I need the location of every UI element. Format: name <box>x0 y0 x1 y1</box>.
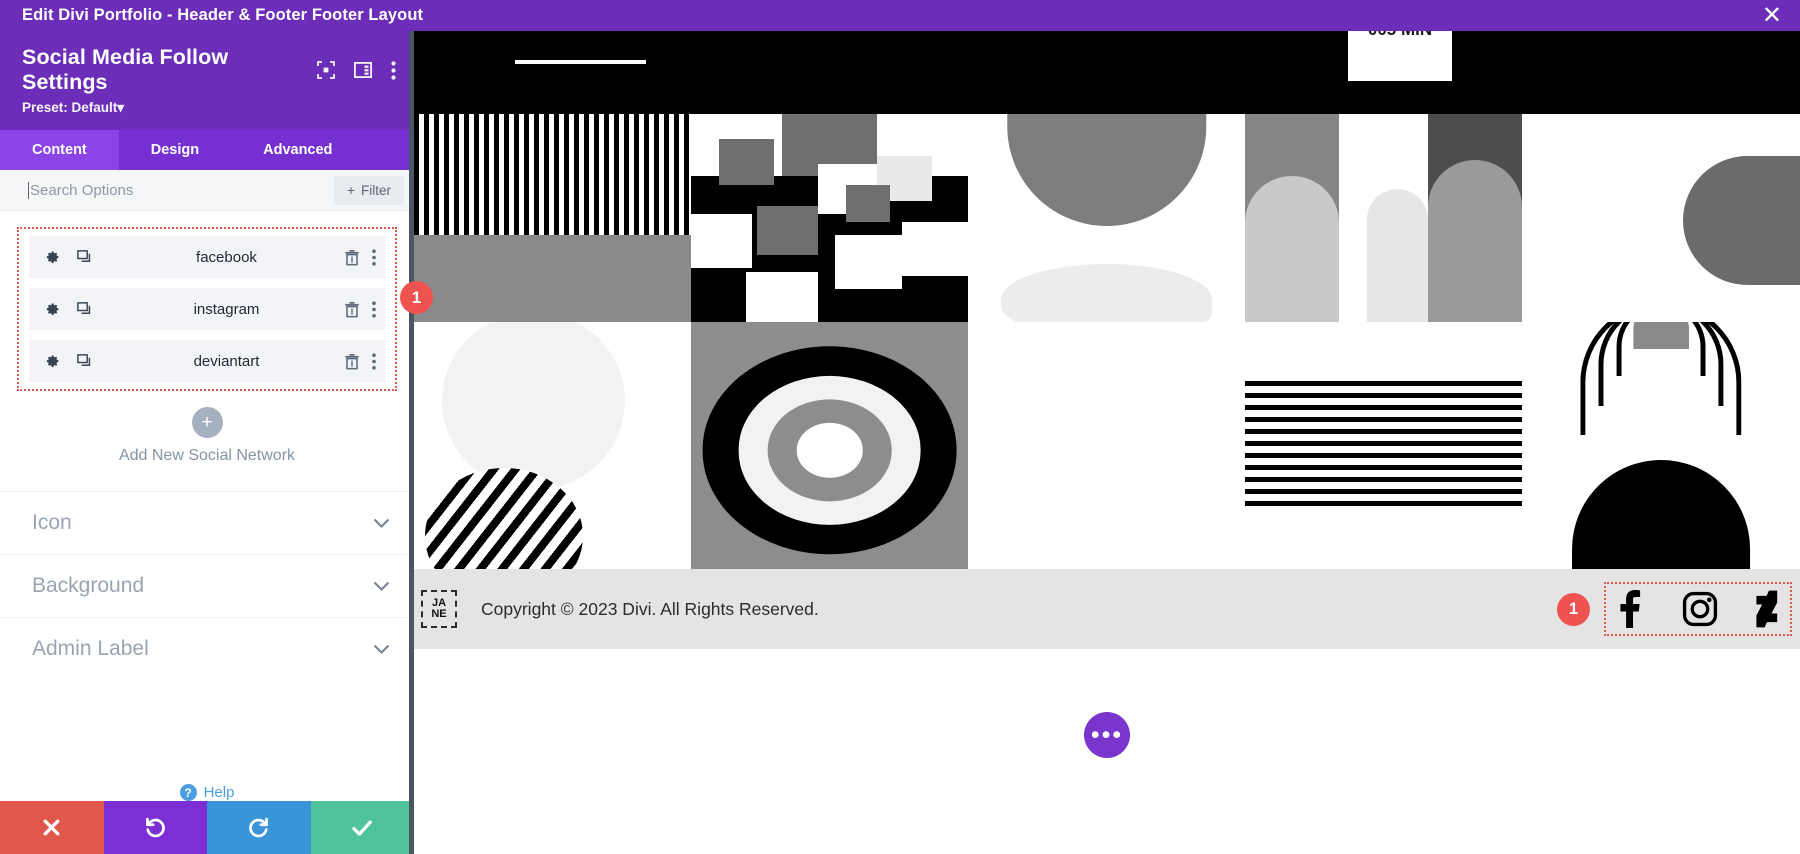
art-tile-vertical-stripes <box>414 114 691 322</box>
trash-icon[interactable] <box>344 249 360 266</box>
trash-icon[interactable] <box>344 353 360 370</box>
settings-tabs[interactable]: Content Design Advanced <box>0 130 414 170</box>
art-tile-arch-bars <box>1245 114 1522 322</box>
footer-social-area: 1 <box>1557 582 1800 636</box>
gear-icon[interactable] <box>43 353 60 370</box>
window-title-bar: Edit Divi Portfolio - Header & Footer Fo… <box>0 0 1800 31</box>
site-footer-bar: JA NE Copyright © 2023 Divi. All Rights … <box>414 569 1800 649</box>
text-cursor <box>28 182 29 199</box>
filter-button-label: Filter <box>361 183 391 198</box>
annotation-badge-footer: 1 <box>1557 593 1590 626</box>
section-icon-label: Icon <box>32 511 72 535</box>
art-tile-concentric-circles <box>691 322 968 569</box>
settings-action-bar[interactable] <box>0 801 414 854</box>
facebook-icon[interactable] <box>1614 590 1648 628</box>
help-link[interactable]: ? Help <box>0 784 414 801</box>
tab-design[interactable]: Design <box>119 130 231 170</box>
preset-selector[interactable]: Preset: Default▾ <box>22 100 396 116</box>
panel-edge-divider <box>409 31 414 854</box>
art-tile-blank <box>968 322 1245 569</box>
preview-top-black-band <box>414 31 1800 114</box>
question-mark-icon: ? <box>180 784 197 801</box>
list-item[interactable]: deviantart <box>29 340 385 382</box>
preview-top-white-tab: 005 MIN <box>1348 31 1452 81</box>
section-background-label: Background <box>32 574 144 598</box>
help-label: Help <box>204 784 235 801</box>
list-item-label: instagram <box>109 301 344 318</box>
art-tile-horizontal-waves <box>1245 322 1522 569</box>
art-tile-checkerboard <box>691 114 968 322</box>
chevron-down-icon <box>373 644 390 655</box>
duplicate-icon[interactable] <box>76 301 93 318</box>
page-preview[interactable]: 005 MIN <box>414 31 1800 854</box>
preview-whitespace-below-footer: ••• <box>414 649 1800 854</box>
more-vertical-icon[interactable] <box>372 301 376 318</box>
layout-columns-icon[interactable] <box>354 62 372 78</box>
duplicate-icon[interactable] <box>76 353 93 370</box>
section-admin-label[interactable]: Admin Label <box>0 617 414 680</box>
instagram-icon[interactable] <box>1682 591 1718 627</box>
annotation-badge-panel: 1 <box>400 281 433 314</box>
divi-page-settings-button[interactable]: ••• <box>1084 712 1130 758</box>
tab-content[interactable]: Content <box>0 130 119 170</box>
art-tile-half-circle <box>968 114 1245 322</box>
expand-icon[interactable] <box>317 61 335 79</box>
chevron-down-icon: ▾ <box>117 100 124 115</box>
list-item[interactable]: instagram <box>29 288 385 330</box>
more-vertical-icon[interactable] <box>391 61 396 80</box>
site-logo-line-2: NE <box>431 609 446 620</box>
search-options-row[interactable]: Search Options + Filter <box>0 170 414 211</box>
deviantart-icon[interactable] <box>1752 590 1782 628</box>
portfolio-art-grid <box>414 114 1800 569</box>
social-media-follow-module[interactable] <box>1604 582 1792 636</box>
list-item[interactable]: facebook <box>29 236 385 278</box>
section-icon[interactable]: Icon <box>0 491 414 554</box>
plus-icon[interactable]: + <box>192 407 223 438</box>
list-item-label: facebook <box>109 249 344 266</box>
art-tile-dark-arc <box>1522 114 1800 322</box>
list-item-label: deviantart <box>109 353 344 370</box>
preset-label: Preset: Default <box>22 100 117 115</box>
social-network-list-highlight: facebook <box>17 227 397 391</box>
cancel-button[interactable] <box>0 801 104 854</box>
preview-top-underline <box>515 60 646 64</box>
add-new-social-network-label: Add New Social Network <box>0 447 414 465</box>
module-settings-panel[interactable]: Social Media Follow Settings <box>0 31 414 854</box>
save-button[interactable] <box>311 801 415 854</box>
undo-button[interactable] <box>104 801 208 854</box>
chevron-down-icon <box>373 581 390 592</box>
section-admin-label-label: Admin Label <box>32 637 149 661</box>
filter-button[interactable]: + Filter <box>334 176 404 205</box>
more-vertical-icon[interactable] <box>372 353 376 370</box>
site-logo: JA NE <box>421 590 457 628</box>
copyright-text: Copyright © 2023 Divi. All Rights Reserv… <box>481 599 819 620</box>
duplicate-icon[interactable] <box>76 249 93 266</box>
settings-panel-header: Social Media Follow Settings <box>0 31 414 130</box>
plus-icon: + <box>347 183 355 198</box>
gear-icon[interactable] <box>43 301 60 318</box>
section-background[interactable]: Background <box>0 554 414 617</box>
trash-icon[interactable] <box>344 301 360 318</box>
search-input[interactable]: Search Options <box>30 182 133 199</box>
add-new-social-network-button[interactable]: + Add New Social Network <box>0 407 414 465</box>
window-title: Edit Divi Portfolio - Header & Footer Fo… <box>0 6 423 25</box>
preview-top-tab-label: 005 MIN <box>1348 31 1452 40</box>
chevron-down-icon <box>373 518 390 529</box>
gear-icon[interactable] <box>43 249 60 266</box>
close-icon[interactable]: ✕ <box>1762 4 1800 28</box>
page-title: Social Media Follow Settings <box>22 45 317 95</box>
redo-button[interactable] <box>207 801 311 854</box>
art-tile-oval-and-diagonal-stripes <box>414 322 691 569</box>
settings-header-icons <box>317 61 396 80</box>
tab-advanced[interactable]: Advanced <box>231 130 364 170</box>
art-tile-rainbow-arcs <box>1522 322 1800 569</box>
more-vertical-icon[interactable] <box>372 249 376 266</box>
